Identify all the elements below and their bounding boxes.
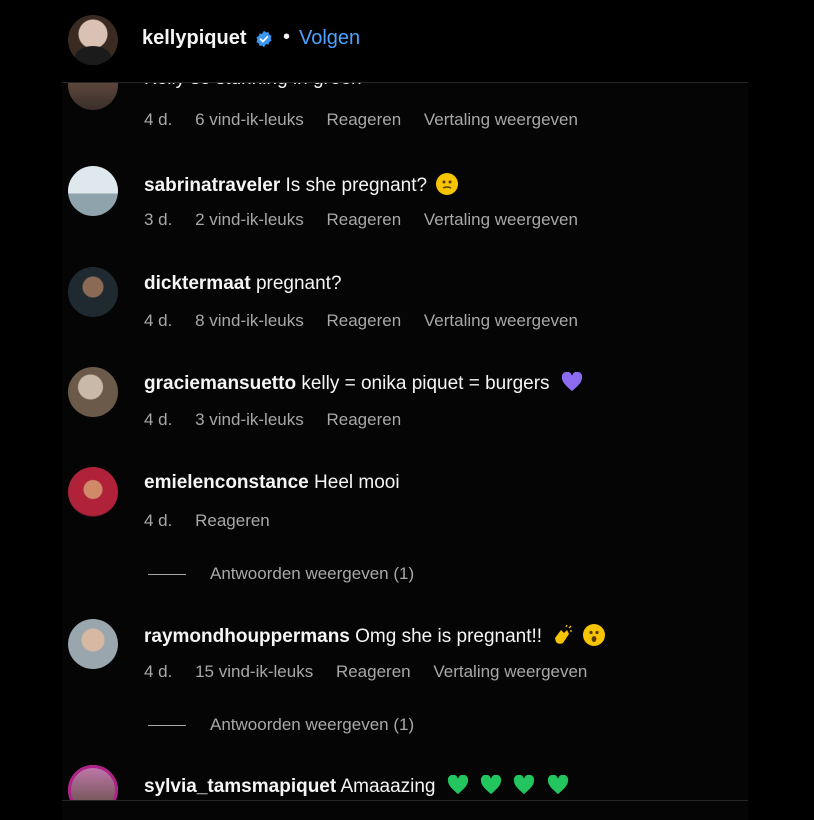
comment-text: Is she pregnant? [285, 175, 428, 196]
author-username[interactable]: kellypiquet [142, 27, 246, 50]
comment-text: pregnant? [255, 273, 342, 294]
comment-time[interactable]: 4 d. [144, 511, 172, 530]
comment-time[interactable]: 4 d. [144, 662, 172, 681]
translate-button[interactable]: Vertaling weergeven [433, 662, 587, 681]
comment-line: sylvia_tamsmapiquet Amaaazing [144, 775, 569, 798]
comment-text: Omg she is pregnant!! [355, 626, 543, 647]
comment-line: emielenconstance Heel mooi [144, 472, 400, 494]
reply-button[interactable]: Reageren [326, 311, 401, 330]
commenter-avatar[interactable] [68, 467, 118, 517]
comment-line: sabrinatraveler Is she pregnant? [144, 173, 459, 197]
reply-button[interactable]: Reageren [326, 210, 401, 229]
commenter-avatar[interactable] [68, 367, 118, 417]
comment-meta: 4 d. 8 vind-ik-leuks Reageren Vertaling … [144, 311, 596, 331]
reply-button[interactable]: Reageren [326, 410, 401, 429]
header-separator: • [283, 26, 291, 48]
comment-text: Heel mooi [314, 472, 400, 493]
comment-likes[interactable]: 2 vind-ik-leuks [195, 210, 304, 229]
comment-item: raymondhouppermans Omg she is pregnant!!… [62, 619, 748, 739]
comment-time[interactable]: 4 d. [144, 110, 172, 129]
comment-username[interactable]: dicktermaat [144, 273, 251, 294]
comment-likes[interactable]: 8 vind-ik-leuks [195, 311, 304, 330]
translate-button[interactable]: Vertaling weergeven [424, 210, 578, 229]
comment-item: graciemansuetto kelly = onika piquet = b… [62, 367, 748, 447]
view-replies-label: Antwoorden weergeven (1) [210, 564, 415, 583]
view-replies-label: Antwoorden weergeven (1) [210, 715, 415, 734]
comment-item: emielenconstance Heel mooi 4 d. Reageren… [62, 467, 748, 587]
green-heart-emoji [514, 775, 535, 795]
comment-likes[interactable]: 15 vind-ik-leuks [195, 662, 313, 681]
post-header: kellypiquet • Volgen [62, 0, 748, 83]
comment-time[interactable]: 3 d. [144, 210, 172, 229]
comment-item: dicktermaat pregnant? 4 d. 8 vind-ik-leu… [62, 267, 748, 347]
comment-username[interactable]: graciemansuetto [144, 373, 296, 394]
commenter-avatar[interactable] [68, 619, 118, 669]
green-heart-emoji [447, 775, 468, 795]
reply-button[interactable]: Reageren [336, 662, 411, 681]
comment-line: dicktermaat pregnant? [144, 273, 342, 295]
green-heart-emoji [547, 775, 568, 795]
comment-meta: 4 d. 3 vind-ik-leuks Reageren [144, 410, 419, 430]
verified-badge-icon [256, 30, 272, 48]
clapping-hands-emoji [551, 624, 573, 646]
commenter-avatar[interactable] [68, 166, 118, 216]
translate-button[interactable]: Vertaling weergeven [424, 311, 578, 330]
comment-item: sabrinatraveler Is she pregnant? 3 d. 2 … [62, 166, 748, 246]
surprised-face-emoji [582, 624, 605, 646]
comment-item: sylvia_tamsmapiquet Amaaazing [62, 765, 748, 800]
reply-button[interactable]: Reageren [195, 511, 270, 530]
commenter-avatar[interactable] [68, 765, 118, 800]
replies-divider [148, 574, 186, 576]
comment-likes[interactable]: 3 vind-ik-leuks [195, 410, 304, 429]
comment-line: graciemansuetto kelly = onika piquet = b… [144, 372, 583, 395]
comment-time[interactable]: 4 d. [144, 311, 172, 330]
comment-username[interactable]: raymondhouppermans [144, 626, 350, 647]
comment-likes[interactable]: 6 vind-ik-leuks [195, 110, 304, 129]
comment-meta: 4 d. 15 vind-ik-leuks Reageren Vertaling… [144, 662, 605, 682]
comment-username[interactable]: sylvia_tamsmapiquet [144, 776, 336, 797]
purple-heart-emoji [561, 372, 582, 392]
view-replies-button[interactable]: Antwoorden weergeven (1) [148, 564, 414, 584]
comment-meta: 4 d. Reageren [144, 511, 288, 531]
comment-time[interactable]: 4 d. [144, 410, 172, 429]
replies-divider [148, 725, 186, 727]
comment-username[interactable]: emielenconstance [144, 472, 309, 493]
comment-meta: 3 d. 2 vind-ik-leuks Reageren Vertaling … [144, 210, 596, 230]
panel-bottom-divider [62, 800, 748, 801]
follow-button[interactable]: Volgen [299, 27, 360, 50]
comment-username[interactable]: sabrinatraveler [144, 175, 280, 196]
comment-text: Amaaazing [340, 776, 436, 797]
commenter-avatar[interactable] [68, 267, 118, 317]
comment-text: kelly = onika piquet = burgers [301, 373, 550, 394]
view-replies-button[interactable]: Antwoorden weergeven (1) [148, 715, 414, 735]
author-avatar[interactable] [68, 15, 118, 65]
reply-button[interactable]: Reageren [326, 110, 401, 129]
green-heart-emoji [480, 775, 502, 795]
thinking-face-emoji [436, 173, 459, 195]
translate-button[interactable]: Vertaling weergeven [424, 110, 578, 129]
comment-meta: 4 d. 6 vind-ik-leuks Reageren Vertaling … [144, 110, 596, 130]
comment-line: raymondhouppermans Omg she is pregnant!! [144, 624, 605, 648]
